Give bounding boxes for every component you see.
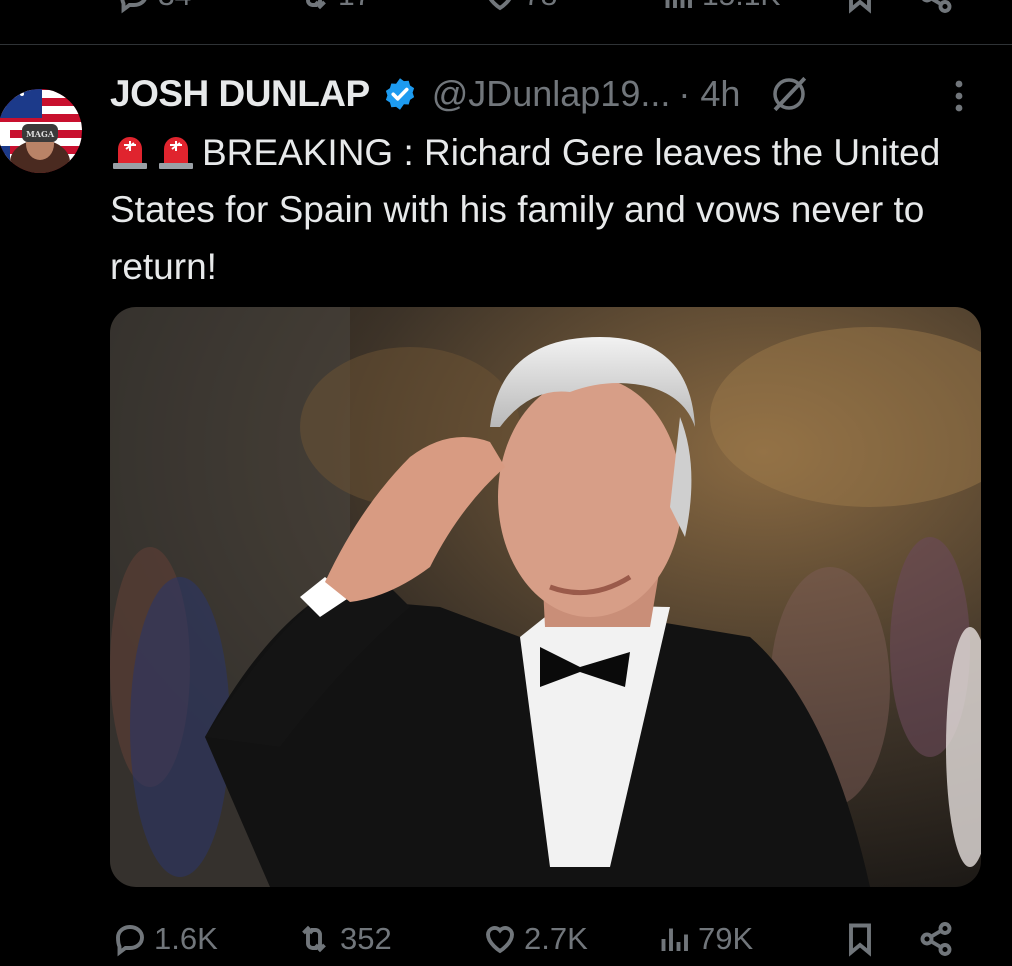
reply-icon xyxy=(120,0,147,14)
reply-button[interactable]: 1.6K xyxy=(112,912,218,966)
bookmark-icon xyxy=(849,923,871,957)
heart-icon xyxy=(488,0,512,11)
previous-bookmark-button[interactable] xyxy=(842,0,878,14)
previous-view-count: 15.1K xyxy=(702,0,780,13)
repost-button[interactable]: 352 xyxy=(294,912,392,966)
verified-badge-icon[interactable] xyxy=(382,76,418,112)
tweet-body: BREAKING : Richard Gere leaves the Unite… xyxy=(110,132,941,287)
bookmark-icon xyxy=(849,0,871,14)
previous-like-count: 78 xyxy=(524,0,557,13)
repost-icon xyxy=(306,0,326,10)
like-button[interactable]: 2.7K xyxy=(482,912,588,966)
grok-icon[interactable] xyxy=(768,73,810,115)
previous-reply-button[interactable]: 34 xyxy=(116,0,191,14)
reply-count: 1.6K xyxy=(154,921,218,956)
previous-like-button[interactable]: 78 xyxy=(482,0,557,14)
time-text: 4h xyxy=(700,73,741,114)
views-icon xyxy=(665,0,692,8)
tweet-photo-image xyxy=(110,307,981,887)
avatar-image: MAGA xyxy=(0,89,82,173)
view-count: 79K xyxy=(698,921,754,956)
reply-icon xyxy=(116,925,144,957)
share-icon xyxy=(920,922,952,956)
siren-icon xyxy=(159,137,193,169)
bookmark-button[interactable] xyxy=(842,912,878,966)
previous-views-button[interactable]: 15.1K xyxy=(660,0,780,14)
avatar[interactable]: MAGA xyxy=(0,74,82,188)
previous-repost-button[interactable]: 17 xyxy=(296,0,371,14)
tweet-header: JOSH DUNLAP @JDunlap19... · 4h xyxy=(110,72,810,116)
svg-text:MAGA: MAGA xyxy=(26,129,55,139)
heart-icon xyxy=(486,926,514,954)
tweet-action-bar: 1.6K 352 2.7K 79K xyxy=(0,912,1012,966)
tweet-divider xyxy=(0,44,1012,45)
siren-icon xyxy=(113,137,147,169)
views-button[interactable]: 79K xyxy=(656,912,753,966)
timestamp[interactable]: · 4h xyxy=(678,73,740,115)
repost-count: 352 xyxy=(340,921,392,956)
author-handle[interactable]: @JDunlap19... xyxy=(432,73,671,115)
share-button[interactable] xyxy=(918,912,954,966)
previous-reply-count: 34 xyxy=(158,0,191,13)
tweet-photo[interactable] xyxy=(110,307,981,887)
previous-share-button[interactable] xyxy=(918,0,954,14)
tweet-text: BREAKING : Richard Gere leaves the Unite… xyxy=(110,124,990,295)
previous-repost-count: 17 xyxy=(338,0,371,13)
previous-tweet-action-bar: 34 17 78 15.1K xyxy=(0,0,1012,22)
more-options-icon[interactable] xyxy=(946,76,972,116)
share-icon xyxy=(921,0,952,13)
like-count: 2.7K xyxy=(524,921,588,956)
views-icon xyxy=(661,928,688,951)
author-name[interactable]: JOSH DUNLAP xyxy=(110,73,370,115)
repost-icon xyxy=(302,925,326,953)
separator-dot: · xyxy=(678,73,691,114)
